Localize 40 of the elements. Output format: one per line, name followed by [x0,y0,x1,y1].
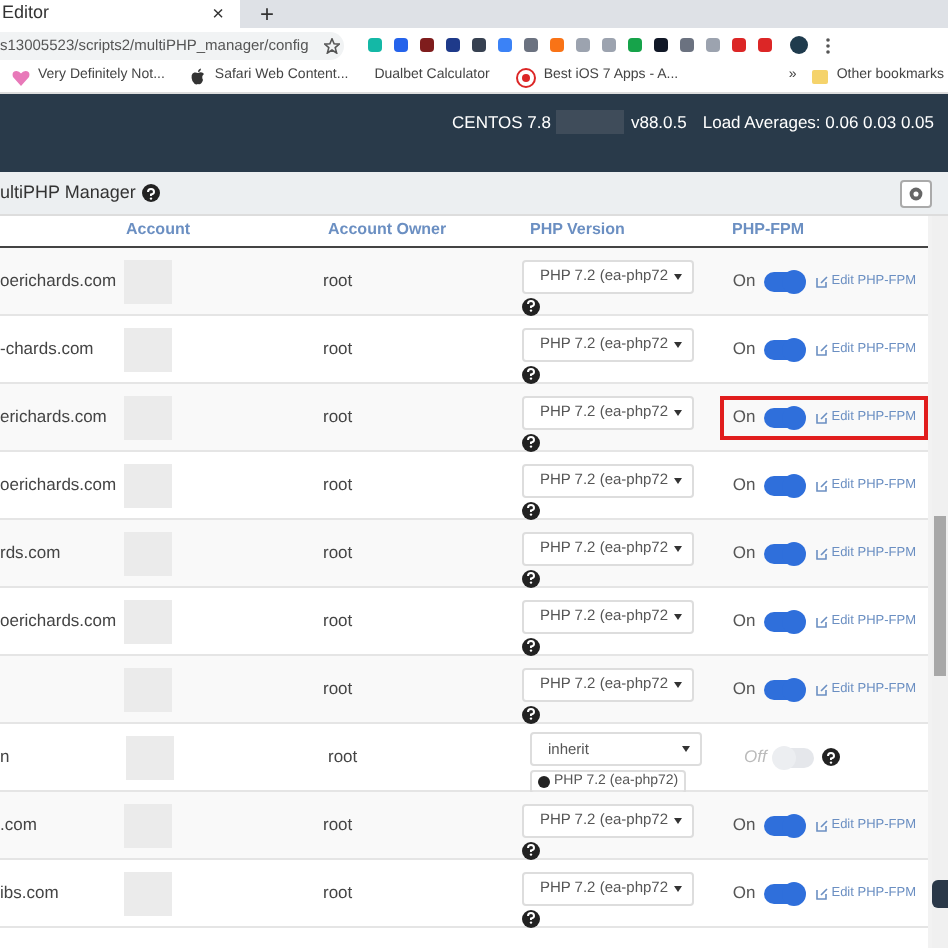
column-header: Account [126,218,192,242]
fpm-status: On [732,472,756,498]
column-header: PHP Version [530,218,627,242]
owner-cell: root [322,880,353,906]
domain-cell: ibs.com [0,880,59,906]
fpm-status: On [732,336,756,362]
fpm-status: Off [744,744,767,770]
domain-cell: .com [0,812,37,838]
owner-cell: root [322,676,353,702]
close-tab-button[interactable]: × [212,0,224,29]
owner-cell: root [322,472,353,498]
new-tab-button[interactable]: + [260,0,275,28]
owner-cell: root [322,540,353,566]
domain-cell: oerichards.com [0,608,117,634]
owner-cell: root [328,744,358,770]
fpm-status: On [732,608,756,634]
column-header: PHP-FPM [732,218,804,242]
os-label: CENTOS 7.8 [452,110,551,136]
fpm-status: On [732,268,756,294]
domain-cell: -chards.com [0,336,94,362]
owner-cell: root [322,336,353,362]
column-header: Account Owner [328,218,449,242]
owner-cell: root [322,608,353,634]
domain-cell: oerichards.com [0,472,117,498]
tab-title[interactable]: Editor [2,0,50,28]
domain-cell: erichards.com [0,404,107,430]
fpm-status: On [732,880,756,906]
owner-cell: root [322,268,353,294]
load-averages: Load Averages: 0.06 0.03 0.05 [702,110,934,136]
domain-cell: oerichards.com [0,268,117,294]
fpm-status: On [732,540,756,566]
domain-cell: rds.com [0,540,61,566]
owner-cell: root [322,404,353,430]
fpm-status: On [732,812,756,838]
owner-cell: root [322,812,353,838]
domain-cell: n [0,744,10,770]
version-label: v88.0.5 [630,110,687,136]
fpm-status: On [732,676,756,702]
fpm-status: On [732,404,756,430]
page-title: ultiPHP Manager [0,179,136,206]
